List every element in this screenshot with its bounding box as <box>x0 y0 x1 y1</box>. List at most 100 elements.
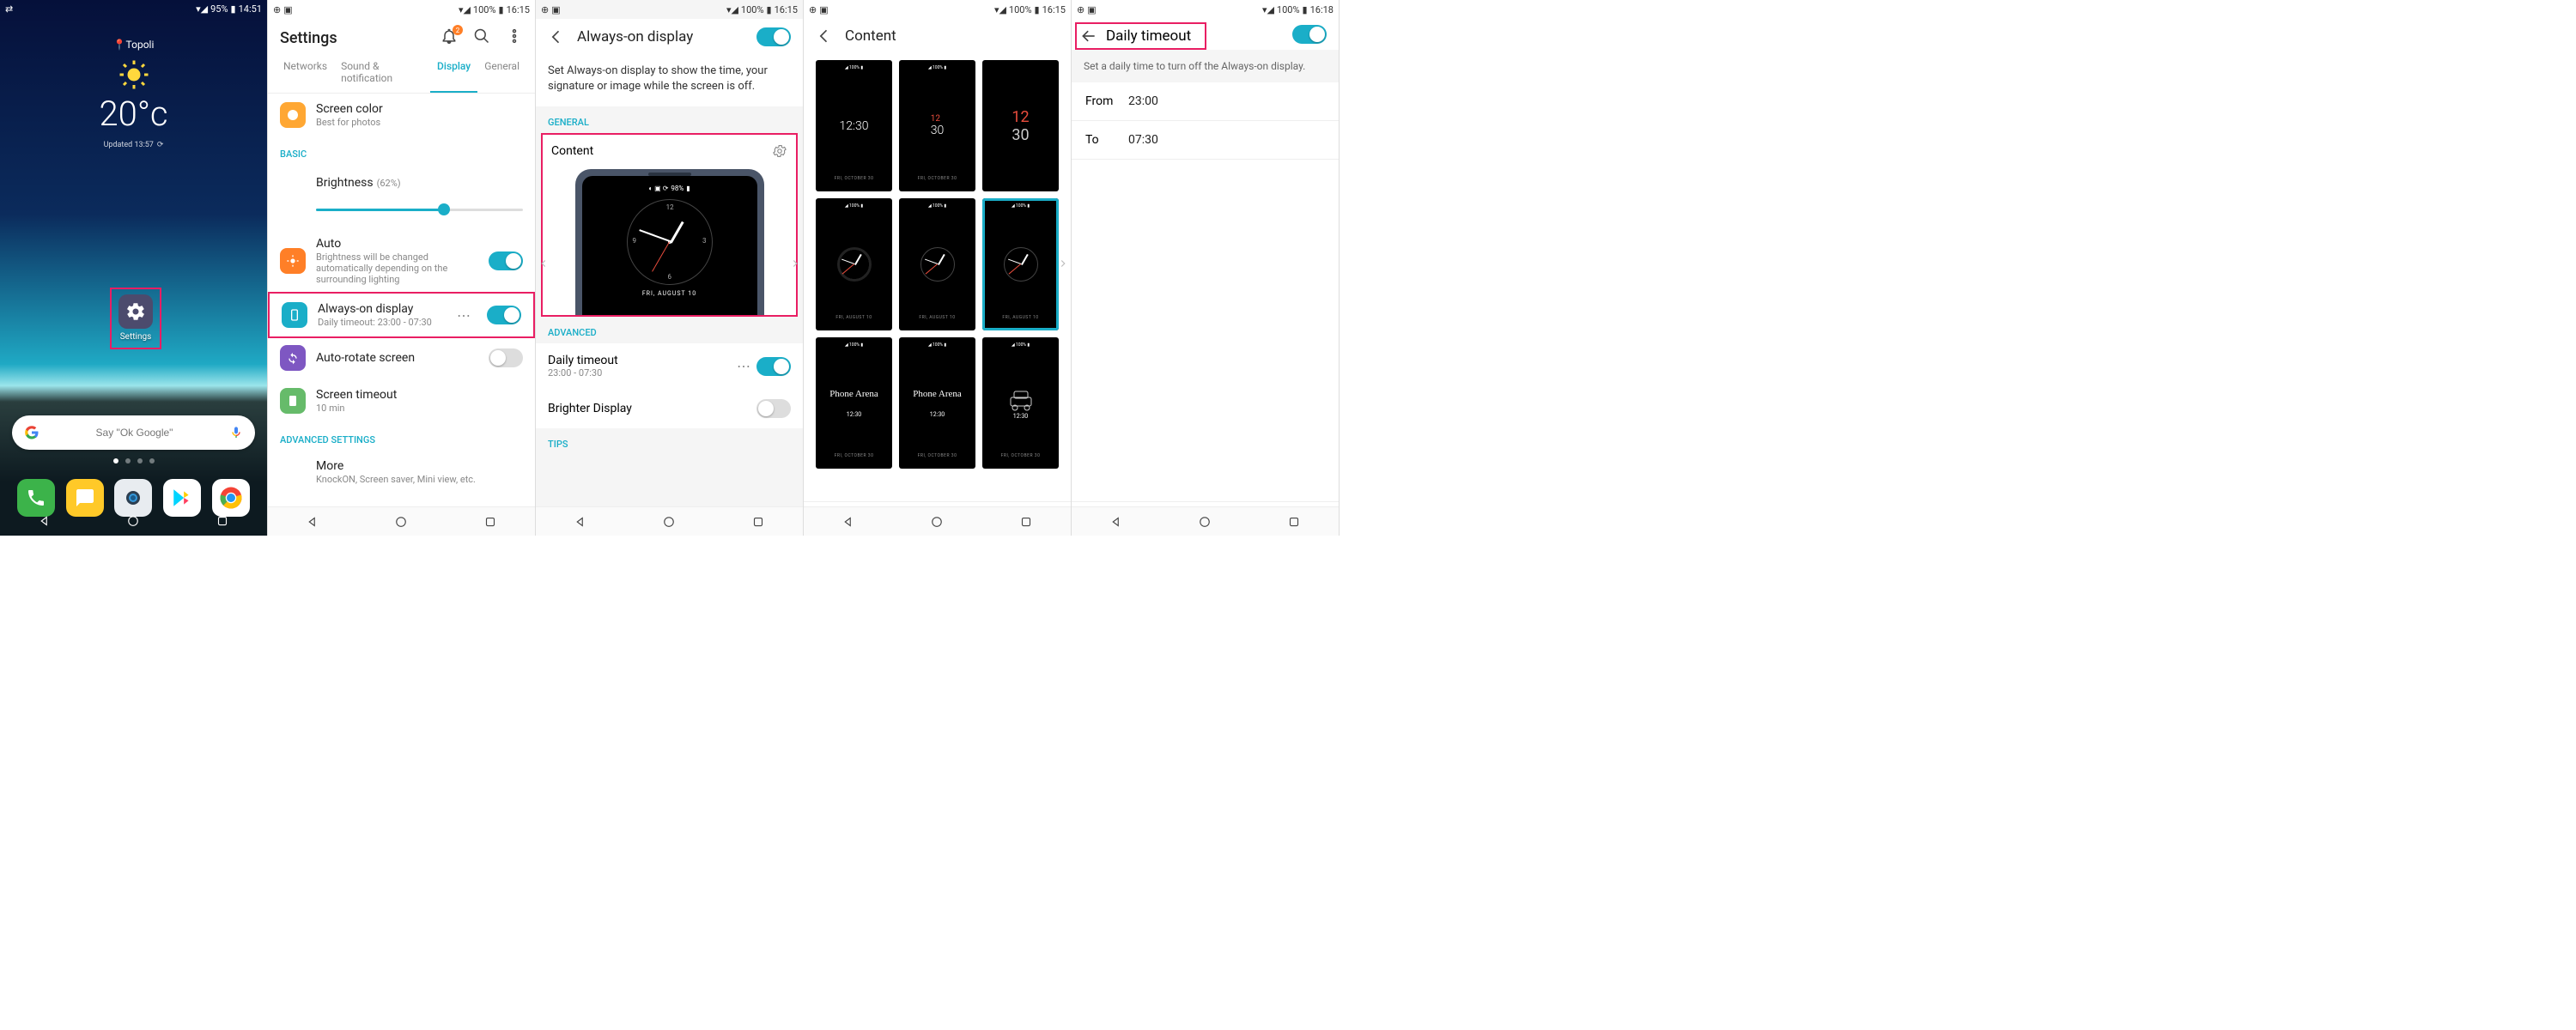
wifi-icon: ▾◢ <box>196 3 208 15</box>
home-nav-icon[interactable] <box>393 514 409 530</box>
screen-home: ⇄ ▾◢ 95% ▮ 14:51 📍Topoli 20°c Updated 13… <box>0 0 268 536</box>
status-bar: ⊕▣ ▾◢100%▮16:15 <box>268 0 535 19</box>
auto-brightness-toggle[interactable] <box>489 251 523 270</box>
brightness-slider[interactable] <box>316 209 523 211</box>
status-bar: ⇄ ▾◢ 95% ▮ 14:51 <box>0 0 267 18</box>
section-general: GENERAL <box>536 106 803 133</box>
weather-location: 📍Topoli <box>113 39 155 51</box>
back-arrow-icon[interactable] <box>548 28 565 45</box>
recent-nav-icon[interactable] <box>750 514 766 530</box>
row-daily-timeout[interactable]: Daily timeout23:00 - 07:30 ⋯ <box>536 343 803 389</box>
row-brightness[interactable]: Brightness (62%) <box>268 165 535 228</box>
daily-timeout-header: Daily timeout <box>1075 22 1206 50</box>
recent-nav-icon[interactable] <box>215 513 230 529</box>
row-brighter-display[interactable]: Brighter Display <box>536 389 803 428</box>
back-nav-icon[interactable] <box>573 514 588 530</box>
tab-networks[interactable]: Networks <box>276 53 334 93</box>
daily-timeout-toggle[interactable] <box>756 357 791 376</box>
row-always-on-display[interactable]: Always-on displayDaily timeout: 23:00 - … <box>268 292 535 338</box>
nav-bar <box>0 506 267 536</box>
row-screen-timeout[interactable]: Screen timeout10 min <box>268 379 535 422</box>
page-indicator <box>0 458 267 464</box>
aod-master-toggle[interactable] <box>756 27 791 46</box>
row-to-time[interactable]: To 07:30 <box>1072 121 1339 160</box>
section-advanced: ADVANCED <box>536 317 803 343</box>
back-arrow-icon[interactable] <box>1080 27 1097 45</box>
nav-bar <box>1072 506 1339 536</box>
aod-header: Always-on display <box>536 19 803 55</box>
status-bar: ⊕▣ ▾◢100%▮16:15 <box>536 0 803 19</box>
screen-settings: ⊕▣ ▾◢100%▮16:15 Settings Networks Sound … <box>268 0 536 536</box>
thumb-signature-2[interactable]: ◢ 100% ▮Phone Arena12:30FRI, OCTOBER 30 <box>899 337 975 469</box>
search-input[interactable] <box>39 427 229 439</box>
home-nav-icon[interactable] <box>1197 514 1212 530</box>
google-search-bar[interactable] <box>12 415 255 450</box>
aod-more-icon[interactable]: ⋯ <box>452 307 477 324</box>
row-more[interactable]: MoreKnockON, Screen saver, Mini view, et… <box>268 451 535 494</box>
home-nav-icon[interactable] <box>125 513 141 529</box>
recent-nav-icon[interactable] <box>1286 514 1302 530</box>
back-nav-icon[interactable] <box>841 514 856 530</box>
nav-bar <box>536 506 803 536</box>
notification-bell-icon[interactable] <box>440 27 458 48</box>
thumb-analog-half[interactable]: ◢ 100% ▮FRI, AUGUST 10 <box>816 198 892 330</box>
thumb-digital-3[interactable]: 1230 <box>982 60 1059 191</box>
status-bar: ⊕▣ ▾◢100%▮16:18 <box>1072 0 1339 19</box>
search-icon[interactable] <box>473 27 490 48</box>
section-basic: BASIC <box>268 136 535 165</box>
timeout-more-icon[interactable]: ⋯ <box>732 358 756 374</box>
screen-content: ⊕▣ ▾◢100%▮16:15 Content ◢ 100% ▮12:30FRI… <box>804 0 1072 536</box>
content-header: Content <box>804 19 1071 53</box>
aod-description: Set Always-on display to show the time, … <box>536 55 803 106</box>
carousel-next-icon[interactable] <box>789 258 801 270</box>
mic-icon[interactable] <box>229 426 243 439</box>
settings-tabs: Networks Sound & notification Display Ge… <box>268 53 535 94</box>
screen-daily-timeout: ⊕▣ ▾◢100%▮16:18 Daily timeout Set a dail… <box>1072 0 1340 536</box>
settings-header: Settings <box>268 19 535 53</box>
back-nav-icon[interactable] <box>305 514 320 530</box>
status-bar: ⊕▣ ▾◢100%▮16:15 <box>804 0 1071 19</box>
screen-aod: ⊕▣ ▾◢100%▮16:15 Always-on display Set Al… <box>536 0 804 536</box>
row-from-time[interactable]: From 23:00 <box>1072 82 1339 121</box>
tab-display[interactable]: Display <box>430 53 477 93</box>
weather-icon <box>118 59 149 90</box>
tab-general[interactable]: General <box>477 53 526 93</box>
page-title: Settings <box>280 29 337 47</box>
recent-nav-icon[interactable] <box>483 514 498 530</box>
weather-temp: 20°c <box>99 94 167 134</box>
home-nav-icon[interactable] <box>929 514 945 530</box>
thumb-digital-1[interactable]: ◢ 100% ▮12:30FRI, OCTOBER 30 <box>816 60 892 191</box>
google-icon <box>24 425 39 440</box>
thumb-analog-selected[interactable]: ◢ 100% ▮FRI, AUGUST 10 <box>982 198 1059 330</box>
tab-sound[interactable]: Sound & notification <box>334 53 430 93</box>
row-screen-color[interactable]: Screen colorBest for photos <box>268 94 535 136</box>
thumb-analog-1[interactable]: ◢ 100% ▮FRI, AUGUST 10 <box>899 198 975 330</box>
nav-bar <box>268 506 535 536</box>
weather-updated: Updated 13:57⟳ <box>104 141 164 149</box>
timeout-master-toggle[interactable] <box>1292 25 1327 44</box>
thumb-digital-2[interactable]: ◢ 100% ▮1230FRI, OCTOBER 30 <box>899 60 975 191</box>
thumb-signature-1[interactable]: ◢ 100% ▮Phone Arena12:30FRI, OCTOBER 30 <box>816 337 892 469</box>
back-nav-icon[interactable] <box>1109 514 1124 530</box>
row-auto-brightness[interactable]: AutoBrightness will be changed automatic… <box>268 228 535 294</box>
clock-preview: 12 6 9 3 <box>627 199 713 285</box>
gear-icon[interactable] <box>772 143 787 159</box>
back-arrow-icon[interactable] <box>816 27 833 45</box>
carousel-prev-icon[interactable] <box>538 258 550 270</box>
row-auto-rotate[interactable]: Auto-rotate screen <box>268 336 535 379</box>
content-preview-box[interactable]: Content ◐ ▣ ⟳98%▮ 12 6 9 3 FRI, AUGUST 1… <box>541 133 798 317</box>
recent-nav-icon[interactable] <box>1018 514 1034 530</box>
timeout-note: Set a daily time to turn off the Always-… <box>1072 50 1339 82</box>
aod-toggle[interactable] <box>487 306 521 324</box>
section-tips: TIPS <box>536 428 803 455</box>
section-advanced: ADVANCED SETTINGS <box>268 422 535 451</box>
carousel-next-icon[interactable] <box>1057 258 1069 270</box>
brighter-toggle[interactable] <box>756 399 791 418</box>
rotate-toggle[interactable] <box>489 348 523 367</box>
settings-app-icon[interactable]: Settings <box>110 288 161 349</box>
back-nav-icon[interactable] <box>37 513 52 529</box>
overflow-menu-icon[interactable] <box>506 27 523 48</box>
nav-bar <box>804 506 1071 536</box>
home-nav-icon[interactable] <box>661 514 677 530</box>
thumb-image[interactable]: ◢ 100% ▮12:30FRI, OCTOBER 30 <box>982 337 1059 469</box>
